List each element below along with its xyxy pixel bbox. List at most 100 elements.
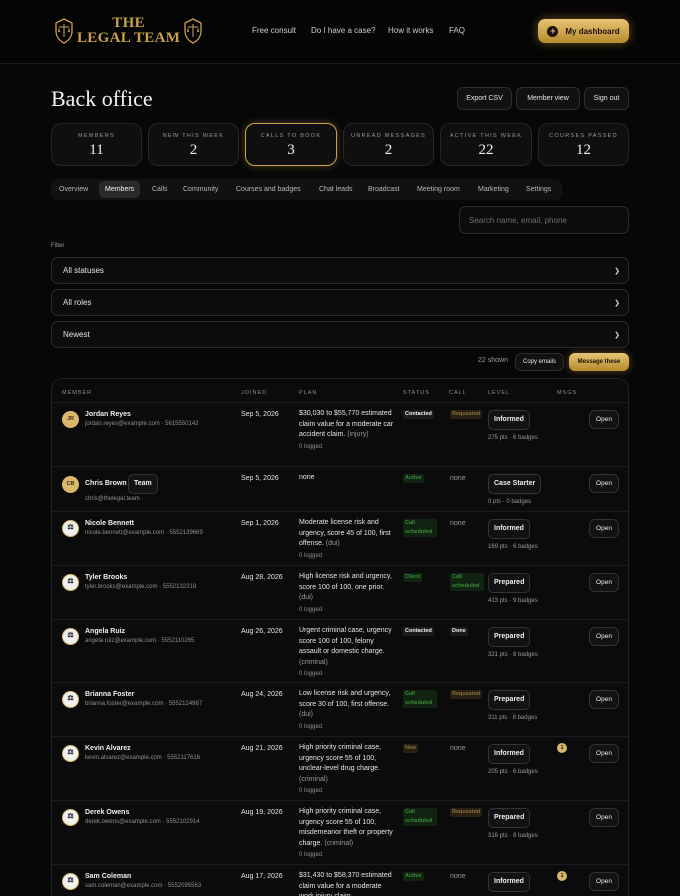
nav-how-it-works[interactable]: How it works [388, 26, 433, 35]
my-dashboard-button[interactable]: + My dashboard [538, 19, 629, 43]
unread-messages-count: 1 [557, 871, 567, 881]
table-row[interactable]: JR Jordan Reyes jordan.reyes@example.com ·… [52, 402, 628, 466]
status-filter-select[interactable]: All statuses ❯ [51, 257, 629, 284]
table-row[interactable]: ⚖ Kevin Alvarez kevin.alvarez@example.com … [52, 736, 628, 800]
avatar: ⚖ [62, 574, 79, 591]
table-row[interactable]: ⚖ Angela Ruiz angela.ruiz@example.com · 55… [52, 619, 628, 682]
joined-date: Aug 17, 2026 [241, 873, 283, 880]
search-input[interactable] [459, 206, 629, 234]
points-badges: 169 pts · 6 badges [488, 544, 538, 550]
stat-card-unread-messages[interactable]: UNREAD MESSAGES 2 [343, 123, 434, 166]
member-name[interactable]: Sam Coleman [85, 873, 131, 880]
tab-members[interactable]: Members [99, 181, 141, 198]
tab-overview[interactable]: Overview [53, 181, 94, 198]
open-member-button[interactable]: Open [589, 872, 619, 891]
open-member-button[interactable]: Open [589, 519, 619, 538]
open-member-button[interactable]: Open [589, 690, 619, 709]
tab-community[interactable]: Community [177, 181, 224, 198]
member-view-button[interactable]: Member view [516, 87, 580, 110]
stat-card-new-this-week[interactable]: NEW THIS WEEK 2 [148, 123, 239, 166]
unread-messages-count: 1 [557, 743, 567, 753]
open-member-button[interactable]: Open [589, 627, 619, 646]
nav-free-consult[interactable]: Free consult [252, 26, 296, 35]
role-filter-value: All roles [63, 298, 92, 307]
member-name[interactable]: Nicole Bennett [85, 520, 134, 527]
role-filter-select[interactable]: All roles ❯ [51, 289, 629, 316]
sort-value: Newest [63, 330, 90, 339]
open-member-button[interactable]: Open [589, 808, 619, 827]
open-member-button[interactable]: Open [589, 744, 619, 763]
member-name[interactable]: Jordan Reyes [85, 411, 131, 418]
brand-logo[interactable]: THE LEGAL TEAM [54, 16, 203, 46]
points-badges: 0 pts · 0 badges [488, 499, 532, 505]
status-badge: Call scheduled [403, 808, 437, 826]
open-member-button[interactable]: Open [589, 474, 619, 493]
points-badges: 275 pts · 6 badges [488, 435, 538, 441]
joined-date: Aug 24, 2026 [241, 691, 283, 698]
copy-emails-button[interactable]: Copy emails [515, 353, 564, 371]
message-these-button[interactable]: Message these [569, 353, 629, 371]
table-row[interactable]: ⚖ Derek Owens derek.owens@example.com · 55… [52, 800, 628, 864]
plus-icon: + [547, 25, 559, 37]
nav-do-i-have-a-case[interactable]: Do I have a case? [311, 26, 375, 35]
tab-courses-and-badges[interactable]: Courses and badges [230, 181, 307, 198]
stat-value: 3 [287, 142, 295, 158]
stat-card-calls-to-book[interactable]: CALLS TO BOOK 3 [245, 123, 337, 166]
member-name[interactable]: Kevin Alvarez [85, 745, 131, 752]
table-row[interactable]: ⚖ Tyler Brooks tyler.brooks@example.com · … [52, 565, 628, 619]
sort-select[interactable]: Newest ❯ [51, 321, 629, 348]
stat-card-members[interactable]: MEMBERS 11 [51, 123, 142, 166]
tab-chat-leads[interactable]: Chat leads [313, 181, 358, 198]
member-contact: brianna.foster@example.com · 5552124967 [85, 701, 203, 707]
call-status: none [450, 475, 466, 482]
member-name[interactable]: Brianna Foster [85, 691, 134, 698]
joined-date: Aug 28, 2026 [241, 574, 283, 581]
call-status: none [450, 745, 466, 752]
call-badge: Call scheduled [450, 573, 484, 591]
table-row[interactable]: CB Chris Brown Team chris@thelegal.team · Se… [52, 466, 628, 511]
plan-summary: High priority criminal case, urgency sco… [299, 808, 393, 858]
table-row[interactable]: ⚖ Sam Coleman sam.coleman@example.com · 55… [52, 864, 628, 896]
plan-summary: $30,030 to $55,770 estimated claim value… [299, 410, 394, 450]
col-header-plan: PLAN [299, 390, 318, 396]
points-badges: 311 pts · 8 badges [488, 715, 538, 721]
avatar: ⚖ [62, 691, 79, 708]
table-row[interactable]: ⚖ Brianna Foster brianna.foster@example.co… [52, 682, 628, 736]
level-badge: Informed [488, 410, 530, 430]
members-table: MEMBER JOINED PLAN STATUS CALL LEVEL MSG… [51, 378, 629, 896]
stat-card-courses-passed[interactable]: COURSES PASSED 12 [538, 123, 629, 166]
tab-marketing[interactable]: Marketing [472, 181, 515, 198]
points-badges: 205 pts · 6 badges [488, 769, 538, 775]
avatar: CB [62, 476, 79, 493]
nav-faq[interactable]: FAQ [449, 26, 465, 35]
level-badge: Prepared [488, 808, 531, 828]
member-contact: derek.owens@example.com · 5552102914 [85, 819, 200, 825]
open-member-button[interactable]: Open [589, 573, 619, 592]
plan-summary: none [299, 474, 315, 481]
open-member-button[interactable]: Open [589, 410, 619, 429]
export-csv-button[interactable]: Export CSV [457, 87, 512, 110]
filter-label: Filter [51, 243, 65, 249]
level-badge: Informed [488, 744, 530, 764]
plan-summary: High license risk and urgency, score 100… [299, 573, 392, 613]
member-contact: kevin.alvarez@example.com · 5552117616 [85, 755, 201, 761]
tab-meeting-room[interactable]: Meeting room [411, 181, 466, 198]
member-contact: jordan.reyes@example.com · 5615550142 [85, 421, 199, 427]
chevron-down-icon: ❯ [614, 268, 620, 275]
call-badge: Requested [450, 690, 483, 699]
stat-card-active-this-week[interactable]: ACTIVE THIS WEEK 22 [440, 123, 532, 166]
table-row[interactable]: ⚖ Nicole Bennett nicole.bennett@example.co… [52, 511, 628, 565]
points-badges: 413 pts · 9 badges [488, 598, 538, 604]
member-name[interactable]: Tyler Brooks [85, 574, 127, 581]
tab-calls[interactable]: Calls [146, 181, 174, 198]
tab-settings[interactable]: Settings [520, 181, 557, 198]
member-name[interactable]: Derek Owens [85, 809, 129, 816]
plan-summary: Moderate license risk and urgency, score… [299, 519, 391, 559]
member-name[interactable]: Angela Ruiz [85, 628, 125, 635]
avatar: ⚖ [62, 873, 79, 890]
col-header-level: LEVEL [488, 390, 511, 396]
member-name[interactable]: Chris Brown [85, 480, 127, 487]
tab-broadcast[interactable]: Broadcast [362, 181, 406, 198]
sign-out-button[interactable]: Sign out [584, 87, 629, 110]
stat-label: COURSES PASSED [549, 133, 618, 139]
